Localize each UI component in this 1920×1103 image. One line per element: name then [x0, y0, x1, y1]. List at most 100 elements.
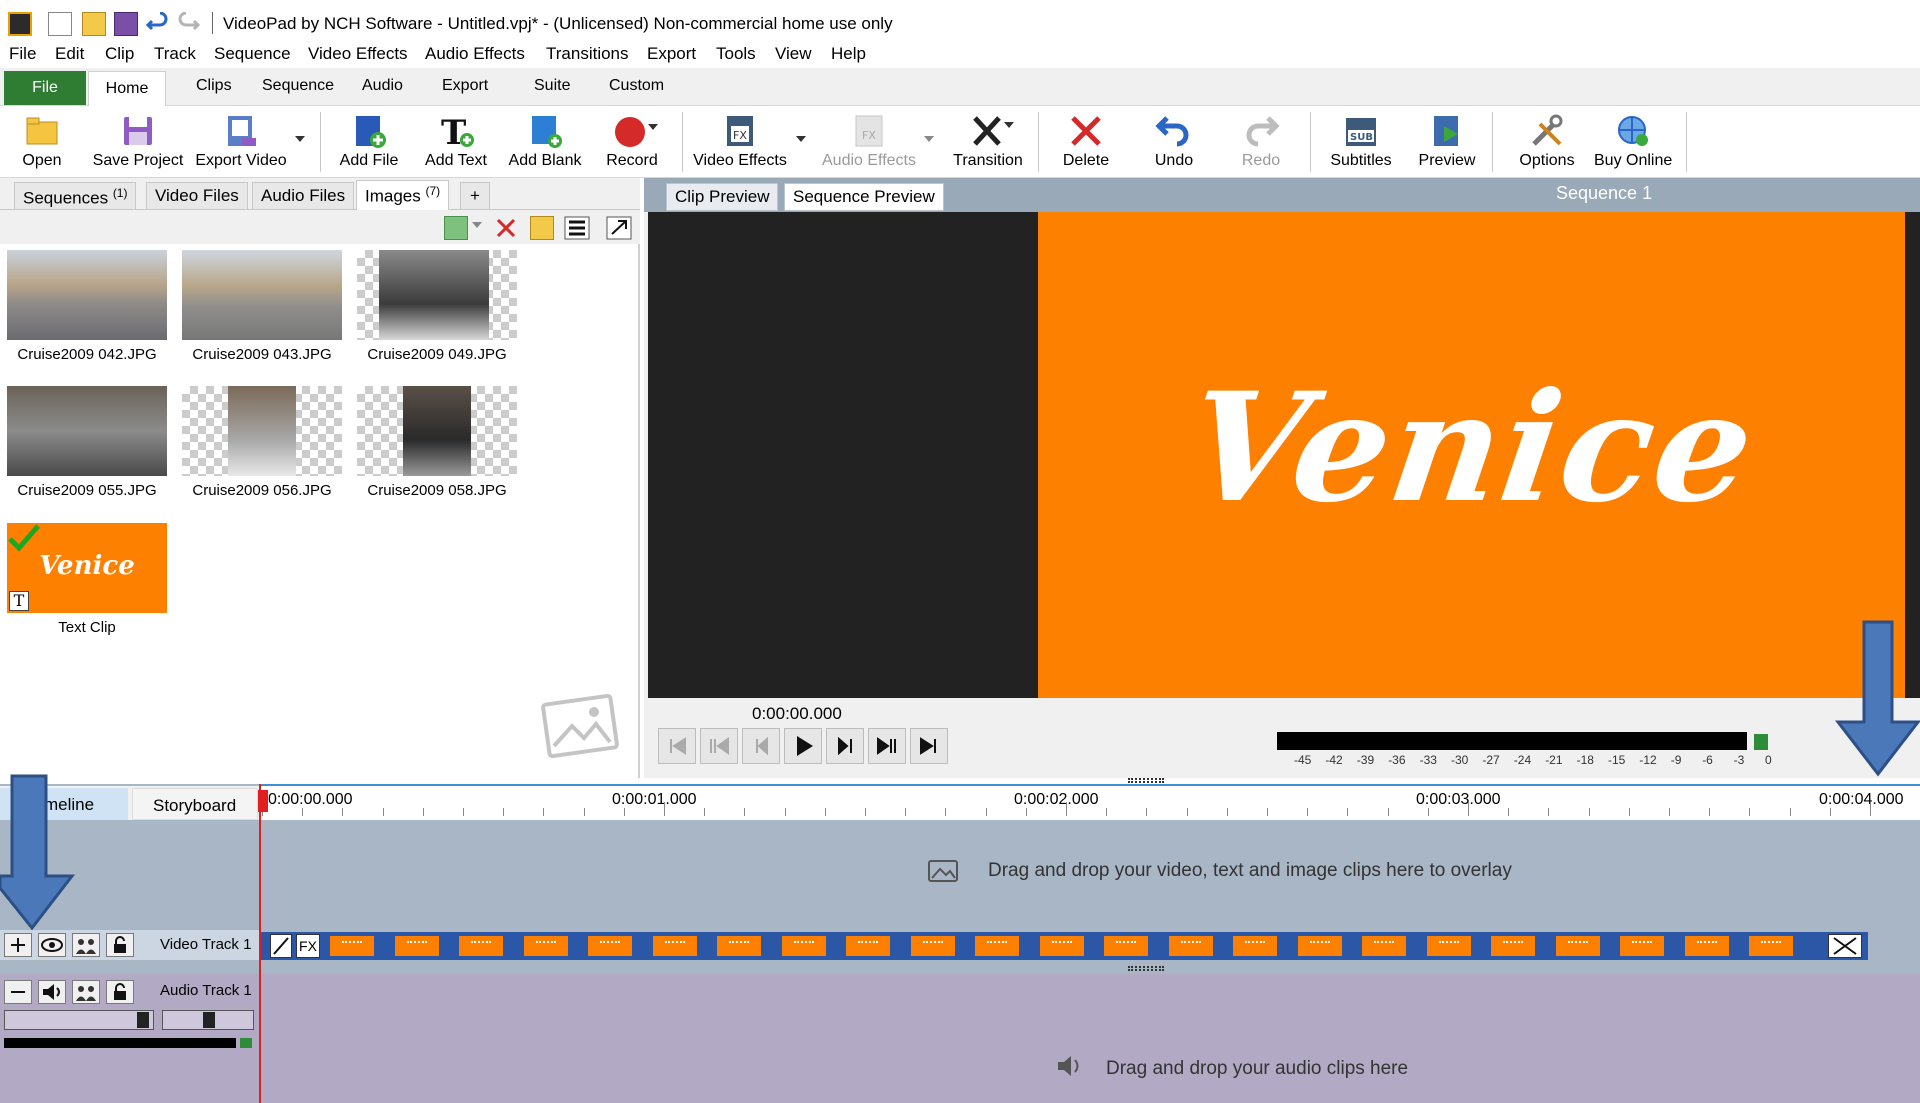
tab-clips[interactable]: Clips — [196, 77, 232, 95]
add-file-button[interactable]: Add File — [332, 106, 406, 178]
transition-end-icon[interactable] — [1828, 934, 1862, 958]
add-bin-tab-button[interactable]: + — [460, 182, 490, 210]
import-icon[interactable] — [444, 216, 468, 240]
transition-start-icon[interactable] — [270, 934, 292, 958]
video-effects-dropdown-icon[interactable] — [796, 136, 806, 142]
remove-icon[interactable] — [494, 216, 518, 240]
record-dropdown-icon[interactable] — [648, 124, 658, 130]
previous-clip-button[interactable] — [700, 728, 738, 764]
menu-sequence[interactable]: Sequence — [214, 44, 291, 64]
bin-item[interactable]: Cruise2009 042.JPG — [7, 250, 167, 363]
bin-item[interactable]: Cruise2009 049.JPG — [357, 250, 517, 363]
tab-custom[interactable]: Custom — [609, 77, 664, 95]
step-forward-button[interactable] — [826, 728, 864, 764]
tab-file[interactable]: File — [4, 71, 86, 105]
transition-dropdown-icon[interactable] — [1004, 122, 1014, 128]
new-folder-icon[interactable] — [530, 216, 554, 240]
playhead-handle[interactable] — [258, 790, 268, 812]
new-file-icon[interactable] — [48, 12, 72, 36]
clip-frame — [717, 936, 761, 956]
options-button[interactable]: Options — [1512, 106, 1582, 178]
track-visibility-button[interactable] — [38, 933, 66, 957]
menu-view[interactable]: View — [775, 44, 812, 64]
pan-slider-thumb[interactable] — [203, 1012, 215, 1028]
import-dropdown-icon[interactable] — [472, 222, 482, 228]
ruler-tick — [1025, 808, 1027, 816]
menu-export[interactable]: Export — [647, 44, 696, 64]
bin-item[interactable]: Cruise2009 056.JPG — [182, 386, 342, 499]
open-button[interactable]: Open — [12, 106, 72, 178]
menu-audio-effects[interactable]: Audio Effects — [425, 44, 525, 64]
menu-clip[interactable]: Clip — [105, 44, 134, 64]
transition-button[interactable]: Transition — [944, 106, 1032, 178]
tab-storyboard[interactable]: Storyboard — [132, 788, 258, 820]
undo-icon[interactable] — [146, 12, 170, 36]
track-mute-button[interactable] — [38, 980, 66, 1004]
tab-suite[interactable]: Suite — [534, 77, 570, 95]
track-lock-button[interactable] — [106, 933, 134, 957]
record-icon — [615, 117, 645, 147]
track-people-button[interactable] — [72, 933, 100, 957]
tab-images[interactable]: Images (7) — [356, 180, 450, 210]
play-button[interactable] — [784, 728, 822, 764]
tab-export[interactable]: Export — [442, 77, 488, 95]
buy-online-button[interactable]: Buy Online — [1594, 106, 1672, 178]
menu-tools[interactable]: Tools — [716, 44, 756, 64]
menu-edit[interactable]: Edit — [55, 44, 84, 64]
open-folder-icon[interactable] — [82, 12, 106, 36]
bin-item[interactable]: Cruise2009 043.JPG — [182, 250, 342, 363]
go-to-start-button[interactable] — [658, 728, 696, 764]
add-blank-button[interactable]: Add Blank — [504, 106, 586, 178]
preview-button[interactable]: Preview — [1414, 106, 1480, 178]
next-clip-button[interactable] — [868, 728, 906, 764]
playhead[interactable] — [258, 784, 268, 1103]
menu-file[interactable]: File — [9, 44, 36, 64]
bin-item-text-clip[interactable]: Venice T Text Clip — [7, 523, 167, 636]
save-icon[interactable] — [114, 12, 138, 36]
time-ruler[interactable]: 0:00:00.000 0:00:01.000 0:00:02.000 0:00… — [260, 784, 1920, 820]
resize-grip[interactable] — [1128, 778, 1164, 783]
bin-item[interactable]: Cruise2009 055.JPG — [7, 386, 167, 499]
video-effects-button[interactable]: FX Video Effects — [692, 106, 788, 178]
remove-track-button[interactable] — [4, 980, 32, 1004]
record-button[interactable]: Record — [596, 106, 668, 178]
tab-sequence[interactable]: Sequence — [262, 77, 334, 95]
export-dropdown-icon[interactable] — [295, 136, 305, 142]
tab-home[interactable]: Home — [88, 71, 166, 107]
tab-audio[interactable]: Audio — [362, 77, 403, 95]
bin-item[interactable]: Cruise2009 058.JPG — [357, 386, 517, 499]
step-back-button[interactable] — [742, 728, 780, 764]
track-people-button[interactable] — [72, 980, 100, 1004]
go-to-end-button[interactable] — [910, 728, 948, 764]
export-video-button[interactable]: Export Video — [190, 106, 292, 178]
tab-audio-files[interactable]: Audio Files — [252, 182, 355, 210]
list-view-icon[interactable] — [564, 216, 590, 240]
add-track-button[interactable] — [4, 933, 32, 957]
tab-sequence-preview[interactable]: Sequence Preview — [784, 183, 944, 211]
overlay-track-dropzone[interactable]: Drag and drop your video, text and image… — [260, 820, 1920, 916]
tab-sequences[interactable]: Sequences (1) — [14, 182, 137, 210]
volume-slider[interactable] — [4, 1010, 154, 1030]
subtitles-button[interactable]: SUB Subtitles — [1324, 106, 1398, 178]
menu-video-effects[interactable]: Video Effects — [308, 44, 408, 64]
tab-clip-preview[interactable]: Clip Preview — [666, 183, 779, 211]
meter-tick-label: -9 — [1670, 753, 1682, 767]
save-project-button[interactable]: Save Project — [88, 106, 188, 178]
add-text-button[interactable]: T Add Text — [416, 106, 496, 178]
menu-transitions[interactable]: Transitions — [546, 44, 629, 64]
menu-track[interactable]: Track — [154, 44, 196, 64]
undock-icon[interactable] — [606, 216, 632, 240]
video-preview[interactable]: Venice — [648, 212, 1920, 698]
clip-fx-button[interactable]: FX — [296, 934, 320, 958]
menu-help[interactable]: Help — [831, 44, 866, 64]
redo-icon[interactable] — [176, 12, 200, 36]
video-track-clip[interactable]: FX — [260, 932, 1868, 960]
track-lock-button[interactable] — [106, 980, 134, 1004]
undo-label: Undo — [1154, 152, 1194, 169]
resize-grip[interactable] — [1128, 966, 1164, 971]
volume-slider-thumb[interactable] — [137, 1012, 149, 1028]
tab-video-files[interactable]: Video Files — [146, 182, 248, 210]
undo-button[interactable]: Undo — [1144, 106, 1204, 178]
pan-slider[interactable] — [162, 1010, 254, 1030]
delete-button[interactable]: Delete — [1054, 106, 1118, 178]
